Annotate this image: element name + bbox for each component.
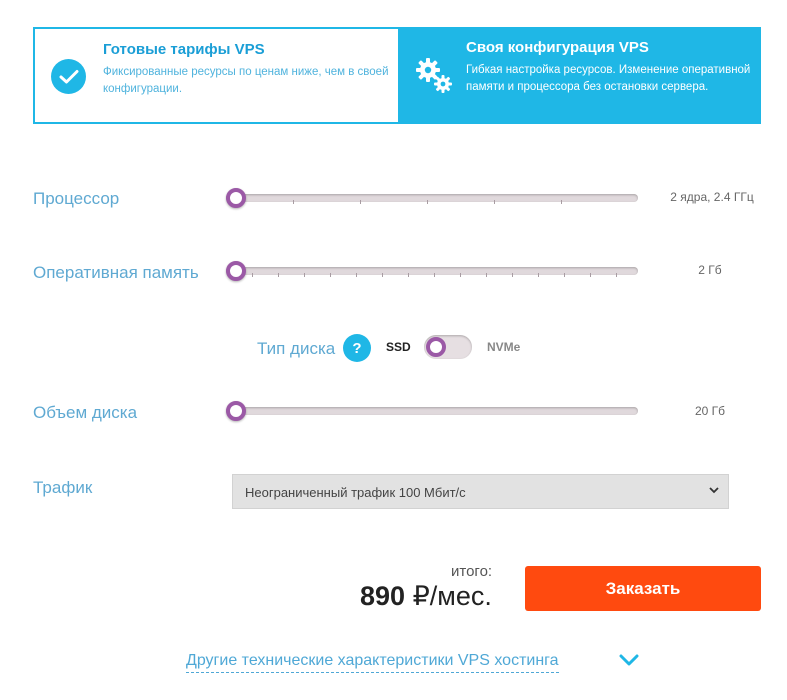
disk-size-value: 20 Гб <box>694 404 726 418</box>
total-amount: 890 <box>360 581 406 611</box>
tab-ready-title: Готовые тарифы VPS <box>103 41 265 58</box>
cpu-slider[interactable] <box>226 188 638 208</box>
disk-type-nvme-label[interactable]: NVMe <box>487 340 520 354</box>
disk-type-toggle[interactable] <box>424 335 472 359</box>
total-price: 890 ₽/мес. <box>360 581 492 612</box>
disk-type-label: Тип диска <box>257 339 336 358</box>
ram-slider[interactable] <box>226 261 638 281</box>
order-button[interactable]: Заказать <box>525 566 761 611</box>
tab-ready-description: Фиксированные ресурсы по ценам ниже, чем… <box>103 66 389 95</box>
more-specs-link[interactable]: Другие технические характеристики VPS хо… <box>186 652 559 673</box>
traffic-label: Трафик <box>33 478 93 497</box>
gears-icon <box>414 55 454 95</box>
traffic-select-value: Неограниченный трафик 100 Мбит/с <box>245 485 466 500</box>
disk-size-slider-handle[interactable] <box>226 401 246 421</box>
tab-custom-config[interactable]: Своя конфигурация VPS Гибкая настройка р… <box>398 27 761 124</box>
total-label: итого: <box>451 563 493 580</box>
tab-custom-title: Своя конфигурация VPS <box>466 39 649 56</box>
tab-custom-description: Гибкая настройка ресурсов. Изменение опе… <box>466 64 751 93</box>
total-unit: ₽/мес. <box>412 581 492 611</box>
cpu-slider-handle[interactable] <box>226 188 246 208</box>
tariff-tabs: Готовые тарифы VPS Фиксированные ресурсы… <box>33 27 761 124</box>
chevron-down-icon[interactable] <box>618 652 640 668</box>
tab-ready-tariffs[interactable]: Готовые тарифы VPS Фиксированные ресурсы… <box>33 27 398 124</box>
disk-size-label: Объем диска <box>33 403 138 422</box>
disk-type-toggle-knob <box>426 337 446 357</box>
chevron-down-icon <box>709 487 719 494</box>
traffic-select[interactable]: Неограниченный трафик 100 Мбит/с <box>232 474 729 509</box>
disk-type-ssd-label[interactable]: SSD <box>386 340 411 354</box>
ram-value: 2 Гб <box>698 263 722 277</box>
check-circle-icon <box>51 59 86 94</box>
cpu-value: 2 ядра, 2.4 ГГц <box>670 190 754 204</box>
cpu-label: Процессор <box>33 189 120 208</box>
help-icon[interactable]: ? <box>343 334 371 362</box>
disk-size-slider[interactable] <box>226 401 638 421</box>
ram-slider-handle[interactable] <box>226 261 246 281</box>
ram-label: Оперативная память <box>33 263 199 282</box>
